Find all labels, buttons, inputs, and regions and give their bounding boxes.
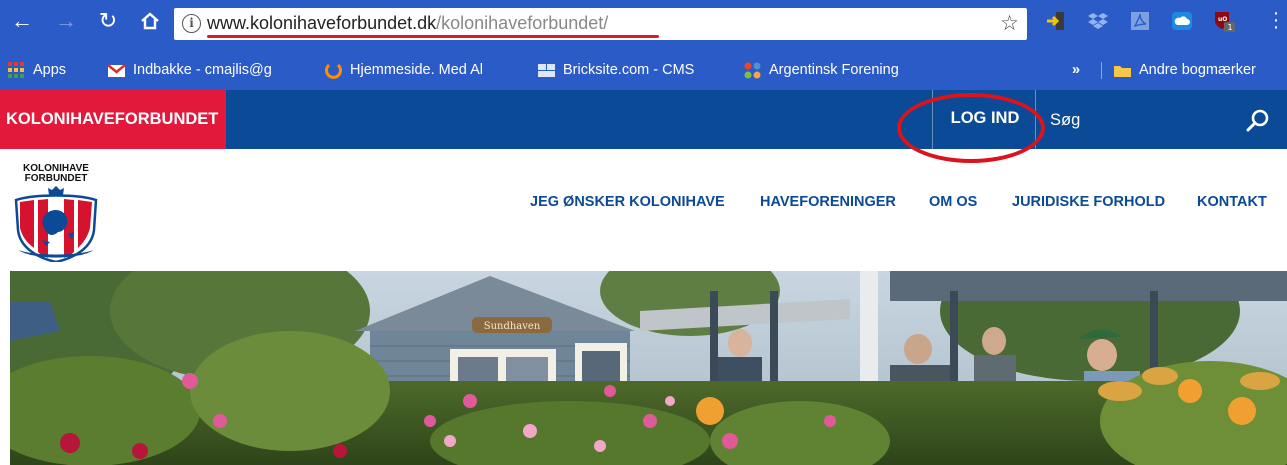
star-icon[interactable]: ☆ <box>1000 11 1019 36</box>
bookmark-bricksite[interactable]: Bricksite.com - CMS <box>538 58 694 82</box>
menu-icon[interactable]: · · · <box>1271 3 1281 37</box>
dropbox-icon[interactable] <box>1086 9 1110 33</box>
bookmark-apps[interactable]: Apps <box>8 58 66 82</box>
bookmark-label: Apps <box>33 62 67 78</box>
nav-om-os[interactable]: OM OS <box>929 194 977 210</box>
bricksite-icon <box>538 63 555 77</box>
login-area: LOG IND <box>932 90 1036 149</box>
search-icon[interactable] <box>1244 107 1272 135</box>
bookmark-label: Bricksite.com - CMS <box>563 62 695 78</box>
hero-garden-photo: Sundhaven <box>10 271 1287 465</box>
url-domain: www.kolonihaveforbundet.dk <box>207 13 437 33</box>
url-path: /kolonihaveforbundet/ <box>436 13 609 33</box>
nav-juridiske-forhold[interactable]: JURIDISKE FORHOLD <box>1012 194 1165 210</box>
login-button[interactable]: LOG IND <box>933 90 1037 149</box>
apps-icon <box>8 61 24 78</box>
bookmark-fade <box>502 50 530 90</box>
bookmark-label: Argentinsk Forening <box>769 62 899 78</box>
cloud-icon[interactable] <box>1170 9 1194 33</box>
url-text[interactable]: www.kolonihaveforbundet.dk/kolonihavefor… <box>207 13 608 34</box>
bookmark-label: Indbakke - cmajlis@g <box>133 62 272 78</box>
extension-exit-icon[interactable] <box>1044 9 1068 33</box>
back-icon[interactable]: ← <box>6 0 38 42</box>
bookmark-fade <box>920 50 948 90</box>
logo-text-line2: FORBUNDET <box>24 173 88 184</box>
nav-kontakt[interactable]: KONTAKT <box>1197 194 1267 210</box>
brand-tab[interactable]: KOLONIHAVEFORBUNDET <box>0 90 226 149</box>
bookmark-gmail[interactable]: Indbakke - cmajlis@g <box>108 58 272 82</box>
site-topbar: KOLONIHAVEFORBUNDET LOG IND <box>0 90 1287 149</box>
ublock-icon[interactable]: uO 1 <box>1212 9 1236 33</box>
site-favicon-icon <box>325 63 342 79</box>
search-input[interactable] <box>1050 105 1250 135</box>
info-icon[interactable]: i <box>182 14 201 33</box>
address-bar[interactable]: i www.kolonihaveforbundet.dk/kolonihavef… <box>174 8 1027 40</box>
shed-sign: Sundhaven <box>484 321 541 332</box>
nav-haveforeninger[interactable]: HAVEFORENINGER <box>760 194 896 210</box>
pdf-icon[interactable] <box>1128 9 1152 33</box>
bookmarks-bar: Apps Indbakke - cmajlis@g Hjemmeside. Me… <box>0 50 1287 90</box>
url-annotation-underline <box>207 35 659 38</box>
gmail-icon <box>108 63 125 77</box>
nav-jeg-onsker-kolonihave[interactable]: JEG ØNSKER KOLONIHAVE <box>530 194 725 210</box>
bookmark-overflow[interactable]: » <box>1072 58 1080 82</box>
bookmark-label: Hjemmeside. Med Al <box>350 62 483 78</box>
hero-image: Sundhaven <box>10 271 1287 465</box>
bookmark-divider <box>1101 62 1102 79</box>
svg-text:uO: uO <box>1218 16 1227 23</box>
main-navigation: JEG ØNSKER KOLONIHAVE HAVEFORENINGER OM … <box>0 194 1287 218</box>
home-icon[interactable] <box>134 0 166 42</box>
extension-badge: 1 <box>1228 23 1233 32</box>
folder-icon <box>1114 65 1131 77</box>
browser-chrome: ← → ↻ i www.kolonihaveforbundet.dk/kolon… <box>0 0 1287 90</box>
bookmark-argentinsk[interactable]: Argentinsk Forening <box>744 58 899 82</box>
forward-icon[interactable]: → <box>50 0 82 42</box>
bookmark-hjemmeside[interactable]: Hjemmeside. Med Al <box>325 58 483 82</box>
bookmark-other[interactable]: Andre bogmærker <box>1114 58 1256 82</box>
reload-icon[interactable]: ↻ <box>92 0 124 42</box>
joomla-icon <box>744 62 761 78</box>
logo-text: KOLONIHAVE FORBUNDET <box>14 164 98 184</box>
bookmark-label: Andre bogmærker <box>1139 62 1256 78</box>
